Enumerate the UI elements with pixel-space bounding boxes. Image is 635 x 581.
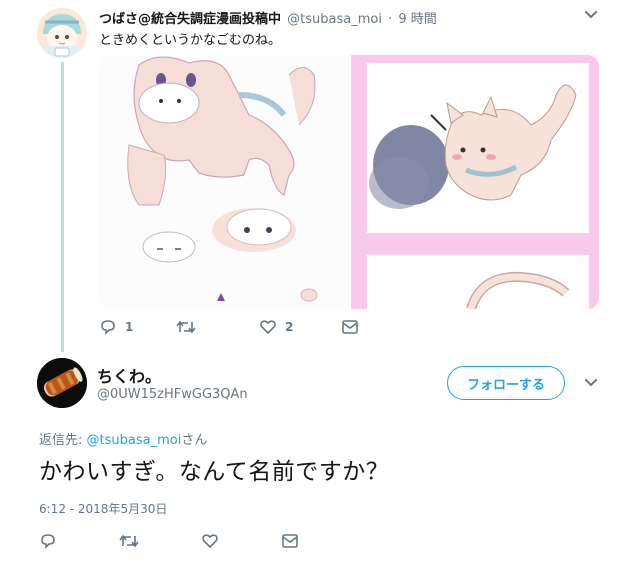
message-icon — [342, 320, 358, 334]
display-name[interactable]: ちくわ。 — [97, 363, 161, 387]
message-icon — [282, 534, 298, 548]
follow-button[interactable]: フォローする — [447, 366, 565, 400]
like-count: 2 — [285, 320, 294, 334]
tweet-header: つばさ@統合失調症漫画投稿中 @tsubasa_moi · 9 時間 — [99, 8, 437, 27]
cat-sketch-illustration — [127, 56, 318, 302]
message-action[interactable] — [341, 318, 359, 336]
tweet-timestamp[interactable]: 6:12 - 2018年5月30日 — [39, 500, 167, 517]
user-handle[interactable]: @0UW15zHFwGG3QAn — [97, 387, 248, 402]
retweet-action[interactable] — [176, 318, 204, 336]
tweet-text: かわいすぎ。なんて名前ですか？ — [39, 459, 390, 485]
like-action[interactable] — [201, 532, 219, 550]
tweet-media[interactable] — [99, 55, 599, 309]
avatar[interactable] — [37, 358, 87, 408]
reply-action[interactable]: 1 — [99, 318, 133, 336]
like-icon — [260, 320, 276, 335]
avatar-illustration — [37, 8, 87, 58]
retweet-icon — [176, 320, 196, 334]
retweet-icon — [119, 534, 139, 548]
message-action[interactable] — [281, 532, 299, 550]
thread-connector-line — [61, 62, 64, 352]
replying-to-prefix: 返信先: — [39, 433, 87, 448]
retweet-action[interactable] — [119, 532, 139, 550]
avatar[interactable] — [37, 8, 87, 58]
media-image-sketch[interactable] — [99, 55, 349, 309]
reply-icon — [41, 534, 55, 549]
reply-action[interactable] — [39, 532, 57, 550]
chevron-down-icon[interactable] — [584, 10, 598, 20]
cat-colored-illustration — [351, 55, 599, 309]
reply-icon — [101, 320, 115, 335]
chevron-down-icon[interactable] — [584, 378, 598, 388]
replying-to-handle-link[interactable]: @tsubasa_moi — [87, 433, 182, 448]
display-name[interactable]: つばさ@統合失調症漫画投稿中 — [99, 12, 281, 27]
tweet-time[interactable]: 9 時間 — [398, 12, 436, 27]
media-image-colored[interactable] — [351, 55, 599, 309]
avatar-chikuwa-illustration — [37, 358, 87, 408]
reply-count: 1 — [125, 320, 134, 334]
like-action[interactable]: 2 — [259, 318, 293, 336]
user-handle[interactable]: @tsubasa_moi — [287, 12, 382, 27]
replying-to: 返信先: @tsubasa_moiさん — [39, 429, 207, 448]
time-separator: · — [388, 12, 393, 27]
replying-to-suffix: さん — [181, 433, 208, 448]
like-icon — [202, 534, 218, 549]
tweet-text: ときめくというかなごむのね。 — [99, 33, 282, 48]
